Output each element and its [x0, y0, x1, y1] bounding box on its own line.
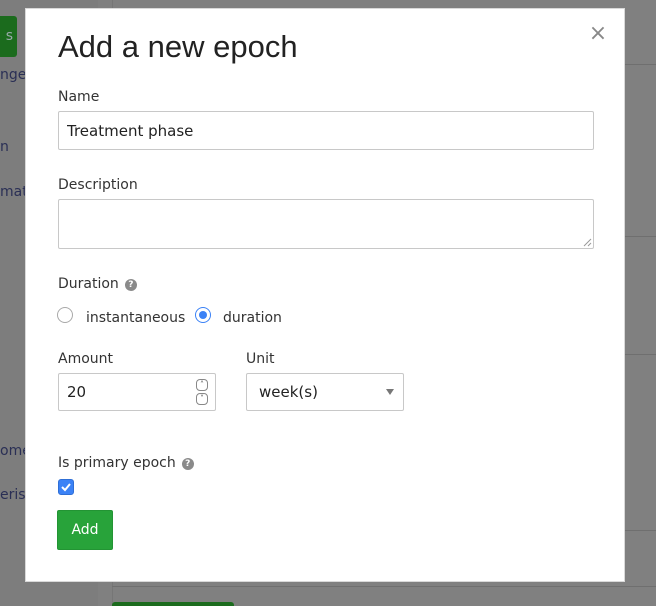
unit-select-value: week(s) — [259, 383, 318, 401]
amount-spinner: ˄ ˅ — [196, 379, 208, 405]
chevron-down-icon — [386, 389, 394, 395]
primary-label: Is primary epoch? — [58, 455, 194, 471]
amount-label: Amount — [58, 351, 114, 367]
help-icon[interactable]: ? — [124, 279, 137, 291]
radio-instantaneous[interactable] — [57, 307, 73, 323]
radio-instantaneous-label[interactable]: instantaneous — [86, 310, 185, 326]
name-input[interactable] — [58, 111, 594, 150]
close-icon[interactable]: × — [586, 23, 610, 47]
duration-label-text: Duration — [58, 276, 119, 292]
primary-checkbox[interactable] — [58, 479, 74, 495]
radio-duration[interactable] — [195, 307, 211, 323]
description-textarea[interactable] — [58, 199, 594, 249]
modal-title: Add a new epoch — [58, 29, 298, 64]
unit-select[interactable]: week(s) — [246, 373, 404, 411]
radio-duration-label[interactable]: duration — [223, 310, 282, 326]
background-link: n — [0, 139, 9, 155]
resize-grip-icon[interactable] — [583, 238, 592, 247]
background-button: s — [0, 16, 17, 57]
checkmark-icon — [61, 483, 71, 492]
background-link: eris — [0, 487, 26, 503]
name-label: Name — [58, 89, 100, 105]
description-label: Description — [58, 177, 138, 193]
primary-label-text: Is primary epoch — [58, 455, 176, 471]
duration-label: Duration? — [58, 276, 137, 292]
add-button[interactable]: Add — [57, 510, 113, 550]
help-icon[interactable]: ? — [181, 458, 194, 470]
spin-up-icon[interactable]: ˄ — [196, 379, 208, 391]
amount-stepper: ˄ ˅ — [58, 373, 216, 411]
add-epoch-modal: Add a new epoch × Name Description Durat… — [25, 8, 625, 582]
background-button — [112, 602, 234, 606]
amount-input[interactable] — [58, 373, 216, 411]
spin-down-icon[interactable]: ˅ — [196, 393, 208, 405]
unit-label: Unit — [246, 351, 275, 367]
background-divider — [112, 586, 656, 587]
